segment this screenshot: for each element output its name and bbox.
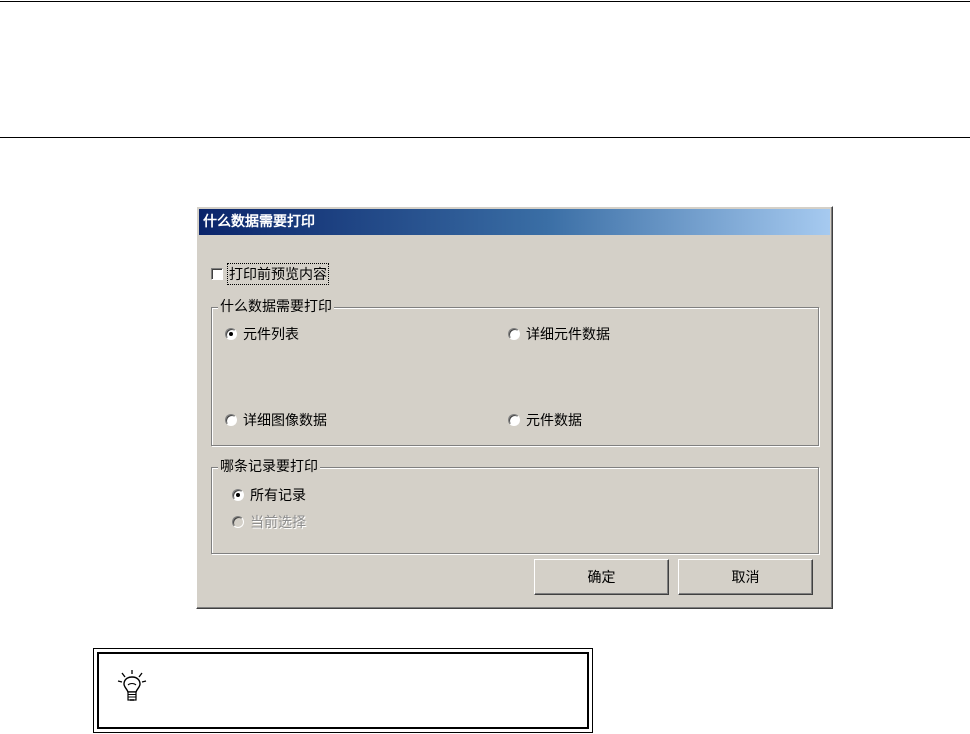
- records-to-print-group: 哪条记录要打印 所有记录 当前选择: [211, 458, 819, 554]
- preview-checkbox-label[interactable]: 打印前预览内容: [227, 263, 329, 285]
- radio-component-data-circle[interactable]: [508, 414, 520, 426]
- tip-box: [93, 648, 593, 733]
- radio-detailed-component-data-circle[interactable]: [508, 328, 520, 340]
- top-rule: [0, 1, 970, 2]
- radio-all-records-circle[interactable]: [232, 489, 244, 501]
- radio-component-data-label[interactable]: 元件数据: [526, 410, 582, 430]
- dialog-title: 什么数据需要打印: [199, 209, 830, 235]
- preview-checkbox[interactable]: [211, 268, 223, 280]
- data-to-print-group: 什么数据需要打印 元件列表 详细元件数据 详细图像数据 元件数据: [211, 298, 819, 446]
- print-dialog: 什么数据需要打印 打印前预览内容 什么数据需要打印 元件列表 详细元件数据 详细…: [196, 206, 833, 609]
- header-rule: [0, 137, 970, 138]
- data-to-print-legend: 什么数据需要打印: [218, 298, 334, 316]
- cancel-button[interactable]: 取消: [678, 559, 813, 595]
- manual-page: 什么数据需要打印 打印前预览内容 什么数据需要打印 元件列表 详细元件数据 详细…: [0, 0, 970, 734]
- radio-current-selection-circle: [232, 516, 244, 528]
- radio-detailed-image-data-circle[interactable]: [225, 414, 237, 426]
- radio-detailed-component-data-label[interactable]: 详细元件数据: [526, 324, 610, 344]
- radio-component-list[interactable]: 元件列表: [225, 325, 299, 343]
- radio-detailed-image-data[interactable]: 详细图像数据: [225, 411, 327, 429]
- radio-component-list-circle[interactable]: [225, 328, 237, 340]
- lightbulb-icon: [117, 670, 147, 701]
- radio-detailed-image-data-label[interactable]: 详细图像数据: [243, 410, 327, 430]
- records-to-print-legend: 哪条记录要打印: [218, 458, 320, 476]
- radio-current-selection: 当前选择: [232, 513, 306, 531]
- radio-component-data[interactable]: 元件数据: [508, 411, 582, 429]
- radio-detailed-component-data[interactable]: 详细元件数据: [508, 325, 610, 343]
- radio-component-list-label[interactable]: 元件列表: [243, 324, 299, 344]
- radio-all-records-label[interactable]: 所有记录: [250, 485, 306, 505]
- radio-current-selection-label: 当前选择: [250, 515, 306, 531]
- tip-box-inner: [97, 652, 589, 729]
- preview-checkbox-row[interactable]: 打印前预览内容: [211, 263, 329, 285]
- radio-all-records[interactable]: 所有记录: [232, 486, 306, 504]
- ok-button[interactable]: 确定: [534, 559, 669, 595]
